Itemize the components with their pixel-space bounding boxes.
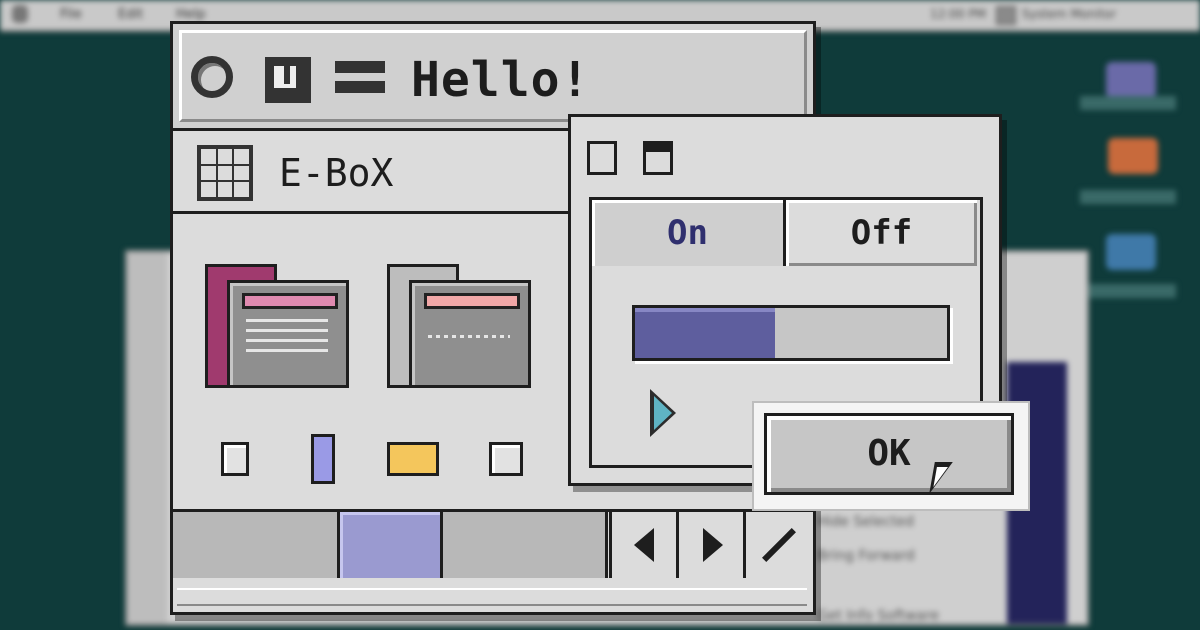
slider-thumb[interactable] (311, 434, 335, 484)
left-arrow-button[interactable] (609, 512, 676, 578)
menu-file[interactable]: File (60, 7, 82, 22)
horizontal-scrollbar[interactable] (173, 584, 813, 609)
folder-front (409, 280, 531, 388)
desktop-folder-icon[interactable] (1106, 234, 1156, 270)
note-icon-bar (284, 66, 290, 84)
scrollbar-track (177, 588, 807, 606)
ok-dialog: OK (752, 401, 1030, 511)
pencil-icon (762, 528, 796, 562)
apple-menu-icon[interactable] (12, 5, 28, 23)
segment-2[interactable] (340, 512, 443, 578)
background-row: Bring Forward (817, 548, 915, 564)
segment-3[interactable] (443, 512, 608, 578)
folder-label-bar (242, 293, 338, 309)
play-icon[interactable] (650, 389, 676, 437)
folder-line (246, 319, 328, 322)
close-box-icon[interactable] (587, 141, 617, 175)
progress-bar (632, 305, 950, 361)
folder-front (227, 280, 349, 388)
folder-magenta-icon[interactable] (205, 264, 355, 392)
folder-line (246, 349, 328, 352)
background-row: Get Info Software (817, 608, 940, 624)
app-switcher[interactable]: System Monitor (996, 5, 1186, 25)
ok-button[interactable]: OK (764, 413, 1014, 495)
desktop-icon-label (1080, 190, 1176, 204)
ring-icon[interactable] (191, 56, 233, 98)
desktop-drive-icon[interactable] (1106, 62, 1156, 98)
app-icon (996, 6, 1016, 25)
left-arrow-icon (634, 528, 654, 562)
app-name: System Monitor (1022, 7, 1117, 21)
progress-fill (635, 308, 776, 358)
menu-icon-line (335, 81, 385, 93)
desktop-icon-label (1080, 284, 1176, 298)
folder-line (246, 339, 328, 342)
zoom-box-icon[interactable] (643, 141, 673, 175)
yellow-button[interactable] (387, 442, 439, 476)
background-window-sidebar (127, 252, 167, 624)
folder-line (246, 329, 328, 332)
desktop-app-icon[interactable] (1108, 138, 1158, 174)
checkbox-2[interactable] (489, 442, 523, 476)
toggle-group: On Off (589, 197, 983, 275)
folder-gray-icon[interactable] (387, 264, 537, 392)
subwindow-title: E-BoX (279, 151, 394, 195)
grid-icon[interactable] (197, 145, 253, 201)
segment-1[interactable] (173, 512, 340, 578)
pencil-button[interactable] (743, 512, 813, 578)
right-arrow-button[interactable] (676, 512, 743, 578)
background-row: Hide Selected (817, 514, 915, 530)
off-button[interactable]: Off (786, 200, 977, 266)
menu-edit[interactable]: Edit (118, 7, 143, 22)
right-arrow-icon (703, 528, 723, 562)
menu-help[interactable]: Help (176, 7, 206, 22)
on-button[interactable]: On (592, 200, 786, 266)
checkbox-1[interactable] (221, 442, 249, 476)
desktop-icon-label (1080, 96, 1176, 110)
folder-label-bar (424, 293, 520, 309)
note-icon[interactable] (265, 57, 311, 103)
bottom-toolbar (173, 509, 813, 587)
menu-icon-line (335, 61, 385, 73)
menu-icon[interactable] (335, 57, 385, 97)
window-title: Hello! (411, 52, 591, 108)
folder-dotted-line (428, 335, 510, 338)
menu-clock: 12:00 PM (930, 7, 986, 21)
